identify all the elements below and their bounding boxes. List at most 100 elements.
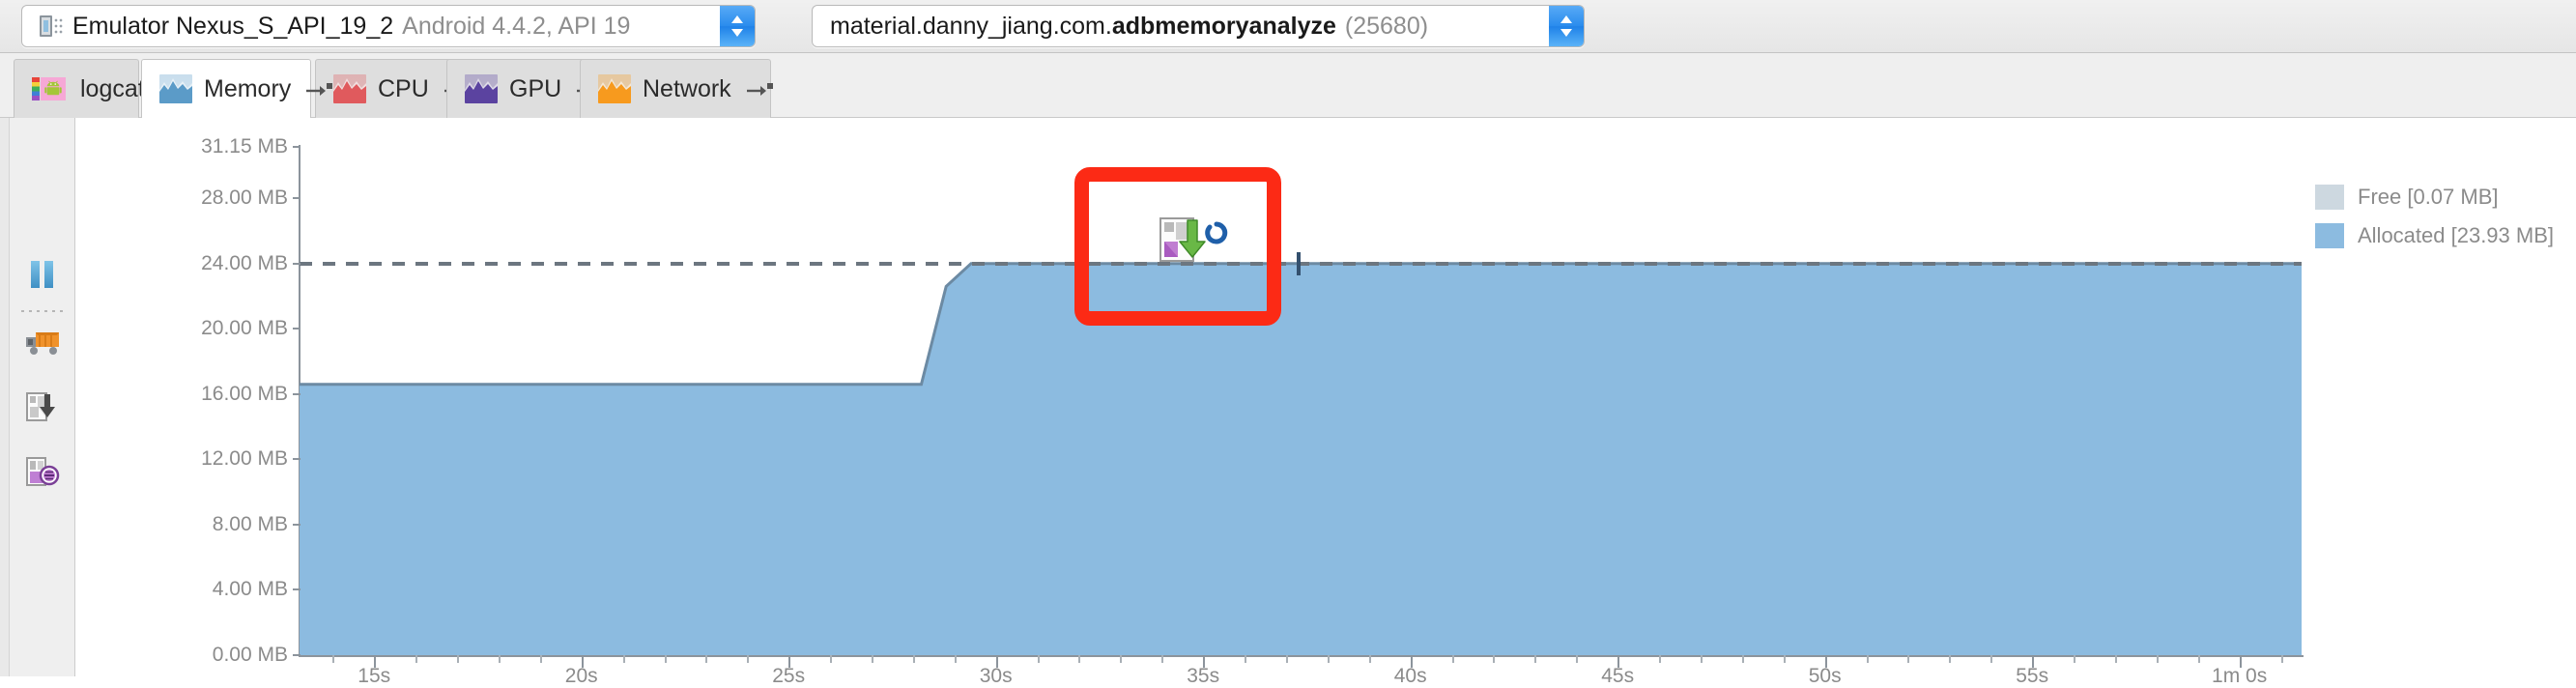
y-axis-tick [293,654,301,656]
memory-spark-icon [159,74,192,103]
pause-icon [26,258,59,296]
device-selector-value: Emulator Nexus_S_API_19_2 Android 4.4.2,… [22,13,720,41]
tab-label: Network [643,74,731,102]
x-axis-minor-tick [2074,655,2076,663]
tab-cpu[interactable]: CPU [315,59,471,118]
rail-button-initiate-gc[interactable] [18,321,67,367]
device-detail: Android 4.4.2, API 19 [402,12,631,40]
memory-chart: Free [0.07 MB] Allocated [23.93 MB] 31.15… [75,118,2576,687]
y-axis-label: 20.00 MB [201,317,288,340]
x-axis-label: 50s [1808,665,1842,687]
x-axis-tick [1824,655,1827,668]
logcat-icon [32,74,69,103]
device-icon [40,15,63,37]
x-axis-tick [788,655,791,668]
x-axis-minor-tick [954,655,957,663]
x-axis-minor-tick [1659,655,1662,663]
x-axis-label: 1m 0s [2212,665,2268,687]
x-axis-minor-tick [2114,655,2117,663]
gpu-spark-icon [465,74,498,103]
x-axis-minor-tick [912,655,915,663]
x-axis-minor-tick [664,655,667,663]
x-axis-label: 35s [1187,665,1220,687]
x-axis-minor-tick [622,655,625,663]
tab-label: GPU [509,74,562,102]
x-axis-minor-tick [1327,655,1330,663]
x-axis-minor-tick [1493,655,1496,663]
process-pid: (25680) [1344,12,1429,40]
tab-label: CPU [378,74,429,102]
x-axis-minor-tick [1949,655,1952,663]
rail-button-allocation-tracker[interactable] [18,450,67,497]
x-axis-label: 30s [979,665,1013,687]
x-axis-tick [374,655,377,668]
x-axis-minor-tick [457,655,459,663]
stepper-up-down-icon[interactable] [1549,6,1584,46]
dump-heap-cursor-icon [1157,213,1234,300]
cursor-position-tick [1296,251,1301,275]
x-axis-minor-tick [1037,655,1040,663]
x-axis-minor-tick [1866,655,1869,663]
x-axis-minor-tick [539,655,542,663]
y-axis-label: 8.00 MB [212,512,288,535]
x-axis-minor-tick [1161,655,1164,663]
process-selector-value: material.danny_jiang.com. adbmemoryanaly… [813,13,1549,41]
dotted-separator [21,310,64,312]
legend-label: Allocated [23.93 MB] [2358,223,2555,247]
process-package-name: adbmemoryanalyze [1111,12,1336,40]
y-axis-label: 4.00 MB [212,578,288,601]
tool-window-tabs: logcat Memory CPU GPU Network [0,53,2576,118]
rail-button-pause[interactable] [18,253,67,300]
x-axis-tick [1617,655,1620,668]
x-axis-label: 55s [2016,665,2049,687]
x-axis-minor-tick [830,655,833,663]
x-axis-tick [1203,655,1206,668]
memory-tool-rail [10,118,75,676]
plot-area [300,147,2302,655]
x-axis-tick [1410,655,1413,668]
allocated-area-fill [300,263,2302,655]
x-axis-minor-tick [498,655,501,663]
y-axis-label: 16.00 MB [201,382,288,405]
x-axis-label: 15s [358,665,391,687]
y-axis-label: 28.00 MB [201,186,288,210]
x-axis-tick [2239,655,2242,668]
process-package-prefix: material.danny_jiang.com. [830,12,1112,40]
tab-gpu[interactable]: GPU [446,59,604,118]
x-axis-minor-tick [415,655,418,663]
device-selector-combo[interactable]: Emulator Nexus_S_API_19_2 Android 4.4.2,… [21,5,756,47]
x-axis-minor-tick [1700,655,1703,663]
process-selector-combo[interactable]: material.danny_jiang.com. adbmemoryanaly… [812,5,1585,47]
x-axis-label: 40s [1393,665,1427,687]
network-spark-icon [598,74,631,103]
stepper-up-down-icon[interactable] [720,6,755,46]
x-axis-minor-tick [872,655,873,663]
garbage-truck-icon [24,328,61,361]
x-axis-minor-tick [1990,655,1993,663]
y-axis-tick [293,146,301,148]
allocation-tracker-icon [25,455,60,493]
detach-arrow-icon[interactable] [304,79,333,99]
x-axis-minor-tick [705,655,708,663]
tab-memory[interactable]: Memory [141,59,333,118]
rail-button-dump-java-heap[interactable] [18,386,67,432]
legend-label: Free [0.07 MB] [2358,185,2499,209]
legend-swatch [2315,223,2344,248]
x-axis-minor-tick [1451,655,1454,663]
tab-network[interactable]: Network [580,59,774,118]
x-axis-label: 20s [564,665,598,687]
x-axis-minor-tick [2197,655,2200,663]
x-axis-tick [2032,655,2035,668]
x-axis-minor-tick [1741,655,1744,663]
y-axis-tick [293,328,301,330]
detach-arrow-icon[interactable] [745,79,774,99]
x-axis-minor-tick [747,655,750,663]
x-axis-minor-tick [1907,655,1910,663]
x-axis-minor-tick [1078,655,1081,663]
y-axis-tick [293,523,301,526]
x-axis-minor-tick [2280,655,2283,663]
x-axis-minor-tick [1783,655,1786,663]
tool-rail-edge [0,118,10,676]
y-axis-label: 12.00 MB [201,447,288,471]
tab-logcat[interactable]: logcat [14,59,145,118]
